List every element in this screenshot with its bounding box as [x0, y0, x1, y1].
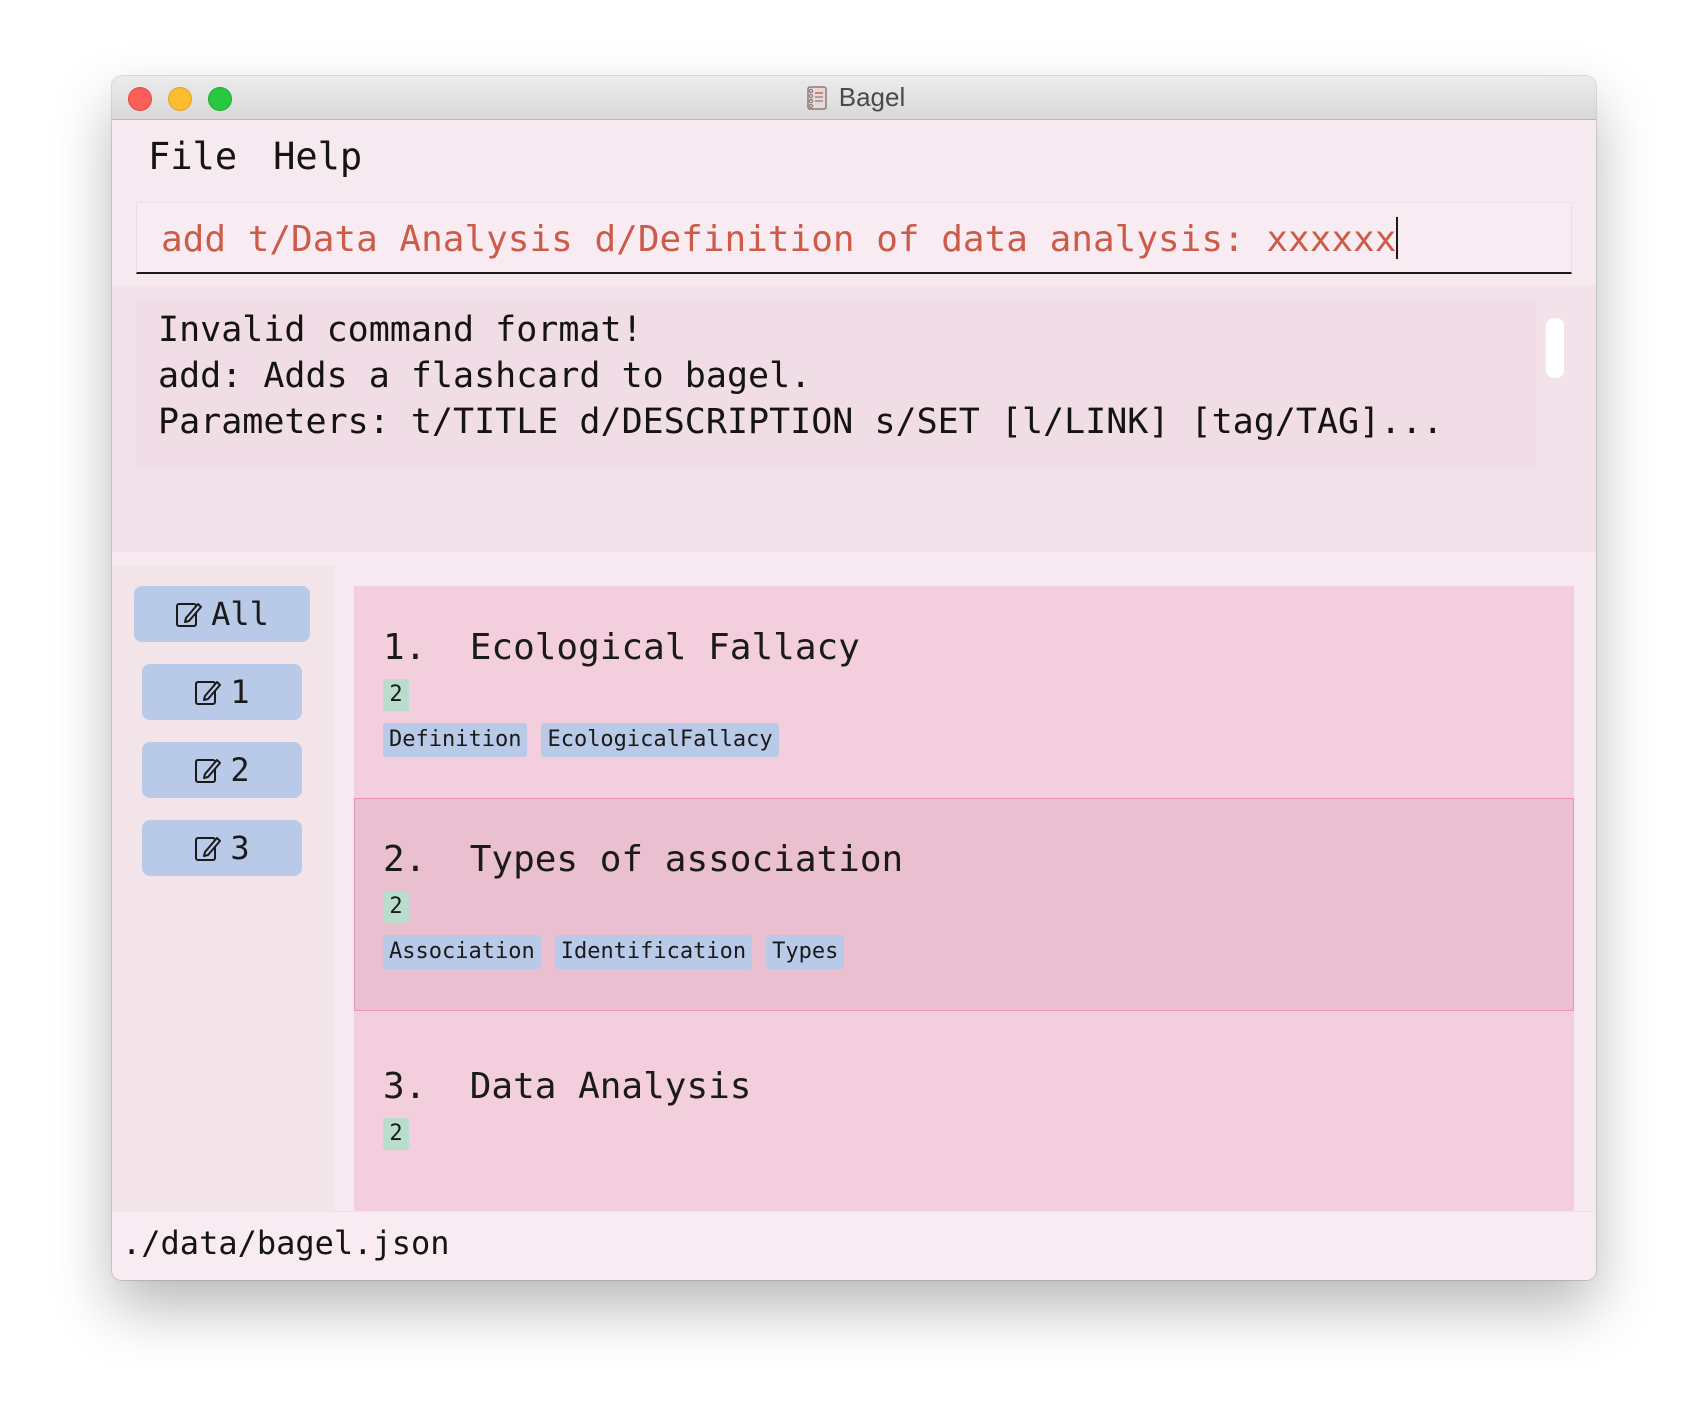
command-box[interactable]: add t/Data Analysis d/Definition of data…: [136, 202, 1572, 274]
result-panel: Invalid command format! add: Adds a flas…: [112, 286, 1596, 552]
menu-bar: File Help: [112, 120, 1596, 192]
set-button-label: All: [211, 595, 269, 633]
text-caret: [1396, 217, 1399, 259]
edit-icon: [195, 837, 222, 861]
flashcard-item[interactable]: 3. Data Analysis 2: [354, 1011, 1574, 1223]
result-scrollbar[interactable]: [1546, 318, 1564, 378]
tag-chip: Definition: [383, 723, 528, 757]
result-line-2: add: Adds a flashcard to bagel.: [158, 356, 812, 396]
result-line-3: Parameters: t/TITLE d/DESCRIPTION s/SET …: [158, 402, 1444, 442]
flashcard-title-text: Data Analysis: [469, 1066, 752, 1107]
tag-chip: Types: [766, 935, 845, 969]
set-badge: 2: [383, 1118, 409, 1150]
flashcard-title: 3. Data Analysis: [383, 1066, 751, 1107]
result-display: Invalid command format! add: Adds a flas…: [136, 300, 1536, 468]
tag-list: Definition EcologicalFallacy: [383, 723, 779, 757]
title-bar: Bagel: [112, 76, 1596, 120]
command-input[interactable]: add t/Data Analysis d/Definition of data…: [161, 217, 1399, 260]
set-badge: 2: [383, 891, 409, 923]
set-button-2[interactable]: 2: [142, 742, 302, 798]
tag-chip: Association: [383, 935, 541, 969]
notebook-icon: [807, 85, 827, 110]
flashcard-item-selected[interactable]: 2. Types of association 2 Association Id…: [354, 798, 1574, 1011]
flashcard-index: 3.: [383, 1066, 427, 1107]
set-badge: 2: [383, 679, 409, 711]
flashcard-title: 1. Ecological Fallacy: [383, 627, 860, 668]
flashcard-title-text: Ecological Fallacy: [469, 627, 860, 668]
set-button-label: 3: [230, 829, 250, 867]
edit-icon: [195, 759, 222, 783]
set-button-3[interactable]: 3: [142, 820, 302, 876]
edit-icon: [195, 681, 222, 705]
set-button-label: 2: [230, 751, 250, 789]
menu-file[interactable]: File: [148, 135, 237, 178]
set-sidebar: All 1 2 3: [112, 566, 334, 1211]
result-line-1: Invalid command format!: [158, 310, 643, 350]
flashcard-item[interactable]: 1. Ecological Fallacy 2 Definition Ecolo…: [354, 586, 1574, 798]
flashcard-index: 1.: [383, 627, 427, 668]
set-button-1[interactable]: 1: [142, 664, 302, 720]
flashcard-title-text: Types of association: [469, 839, 904, 880]
tag-chip: EcologicalFallacy: [541, 723, 779, 757]
set-button-label: 1: [230, 673, 250, 711]
command-input-text: add t/Data Analysis d/Definition of data…: [161, 219, 1397, 260]
window-title: Bagel: [112, 76, 1596, 119]
window-title-text: Bagel: [838, 82, 906, 112]
flashcard-index: 2.: [383, 839, 427, 880]
menu-help[interactable]: Help: [273, 135, 362, 178]
flashcard-list: 1. Ecological Fallacy 2 Definition Ecolo…: [354, 586, 1574, 1223]
save-location: ./data/bagel.json: [122, 1224, 450, 1262]
tag-chip: Identification: [554, 935, 753, 969]
status-bar: ./data/bagel.json: [112, 1211, 1596, 1280]
flashcard-title: 2. Types of association: [383, 839, 903, 880]
tag-list: Association Identification Types: [383, 935, 845, 969]
set-button-all[interactable]: All: [134, 586, 310, 642]
app-window: Bagel File Help add t/Data Analysis d/De…: [112, 76, 1596, 1280]
edit-icon: [176, 603, 203, 627]
